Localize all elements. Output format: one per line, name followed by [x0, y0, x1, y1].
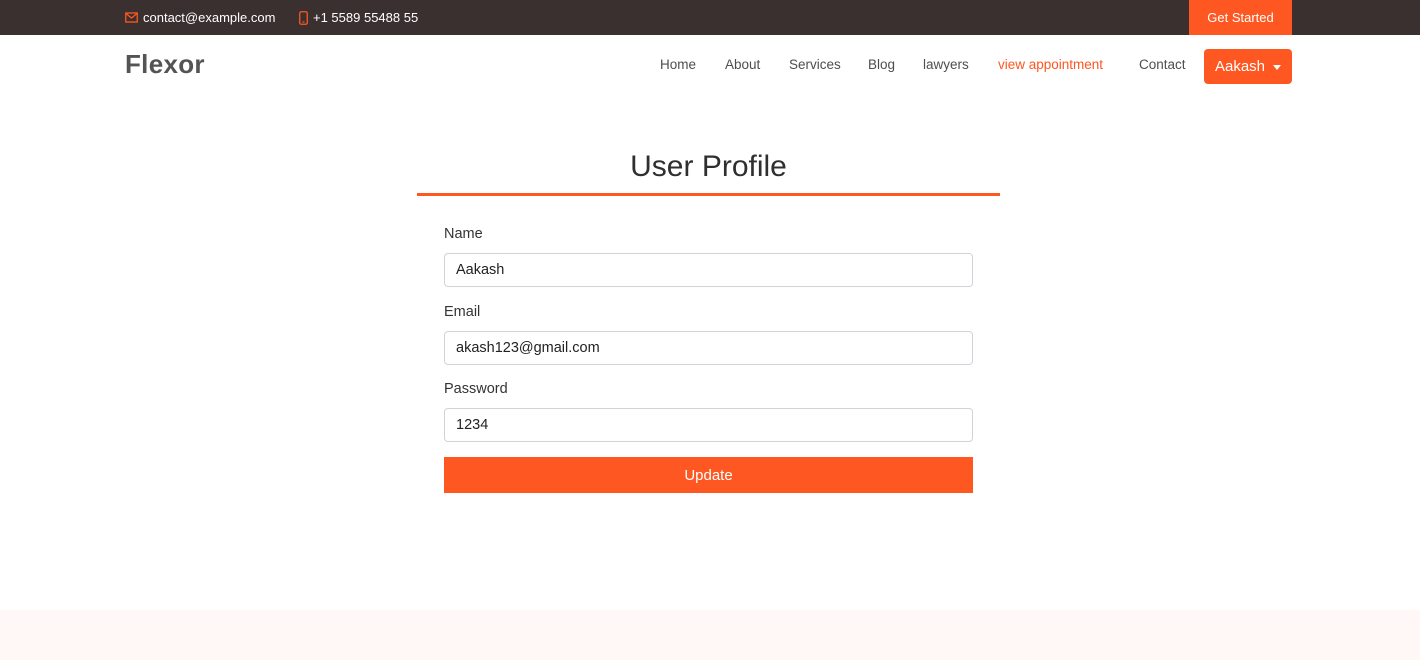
site-header: Flexor Home About Services Blog lawyers …	[0, 35, 1420, 99]
contact-phone: +1 5589 55488 55	[299, 0, 418, 35]
contact-phone-text: +1 5589 55488 55	[313, 10, 419, 25]
nav-link-home[interactable]: Home	[660, 57, 696, 72]
email-input[interactable]	[444, 331, 973, 365]
get-started-button[interactable]: Get Started	[1189, 0, 1292, 35]
caret-down-icon	[1273, 64, 1282, 70]
email-label: Email	[444, 304, 481, 320]
nav-link-blog[interactable]: Blog	[868, 57, 895, 72]
user-menu-label: Aakash	[1214, 58, 1266, 75]
footer-band	[0, 610, 1420, 660]
nav-link-about[interactable]: About	[725, 57, 760, 72]
contact-email-text: contact@example.com	[143, 10, 276, 25]
page-title: User Profile	[630, 150, 787, 183]
name-input[interactable]	[444, 253, 973, 287]
nav-link-view-appointment[interactable]: view appointment	[998, 57, 1103, 72]
password-label: Password	[444, 381, 508, 397]
top-bar: contact@example.com +1 5589 55488 55 Get…	[0, 0, 1420, 35]
phone-icon	[299, 10, 308, 25]
name-label: Name	[444, 226, 483, 242]
envelope-icon	[125, 12, 138, 23]
password-input[interactable]	[444, 408, 973, 442]
user-menu-dropdown[interactable]: Aakash	[1204, 49, 1292, 84]
title-underline	[417, 193, 1000, 196]
contact-email: contact@example.com	[125, 0, 275, 35]
nav-link-services[interactable]: Services	[789, 57, 841, 72]
nav-link-contact[interactable]: Contact	[1139, 57, 1186, 72]
update-button[interactable]: Update	[444, 457, 973, 493]
nav-link-lawyers[interactable]: lawyers	[923, 57, 969, 72]
